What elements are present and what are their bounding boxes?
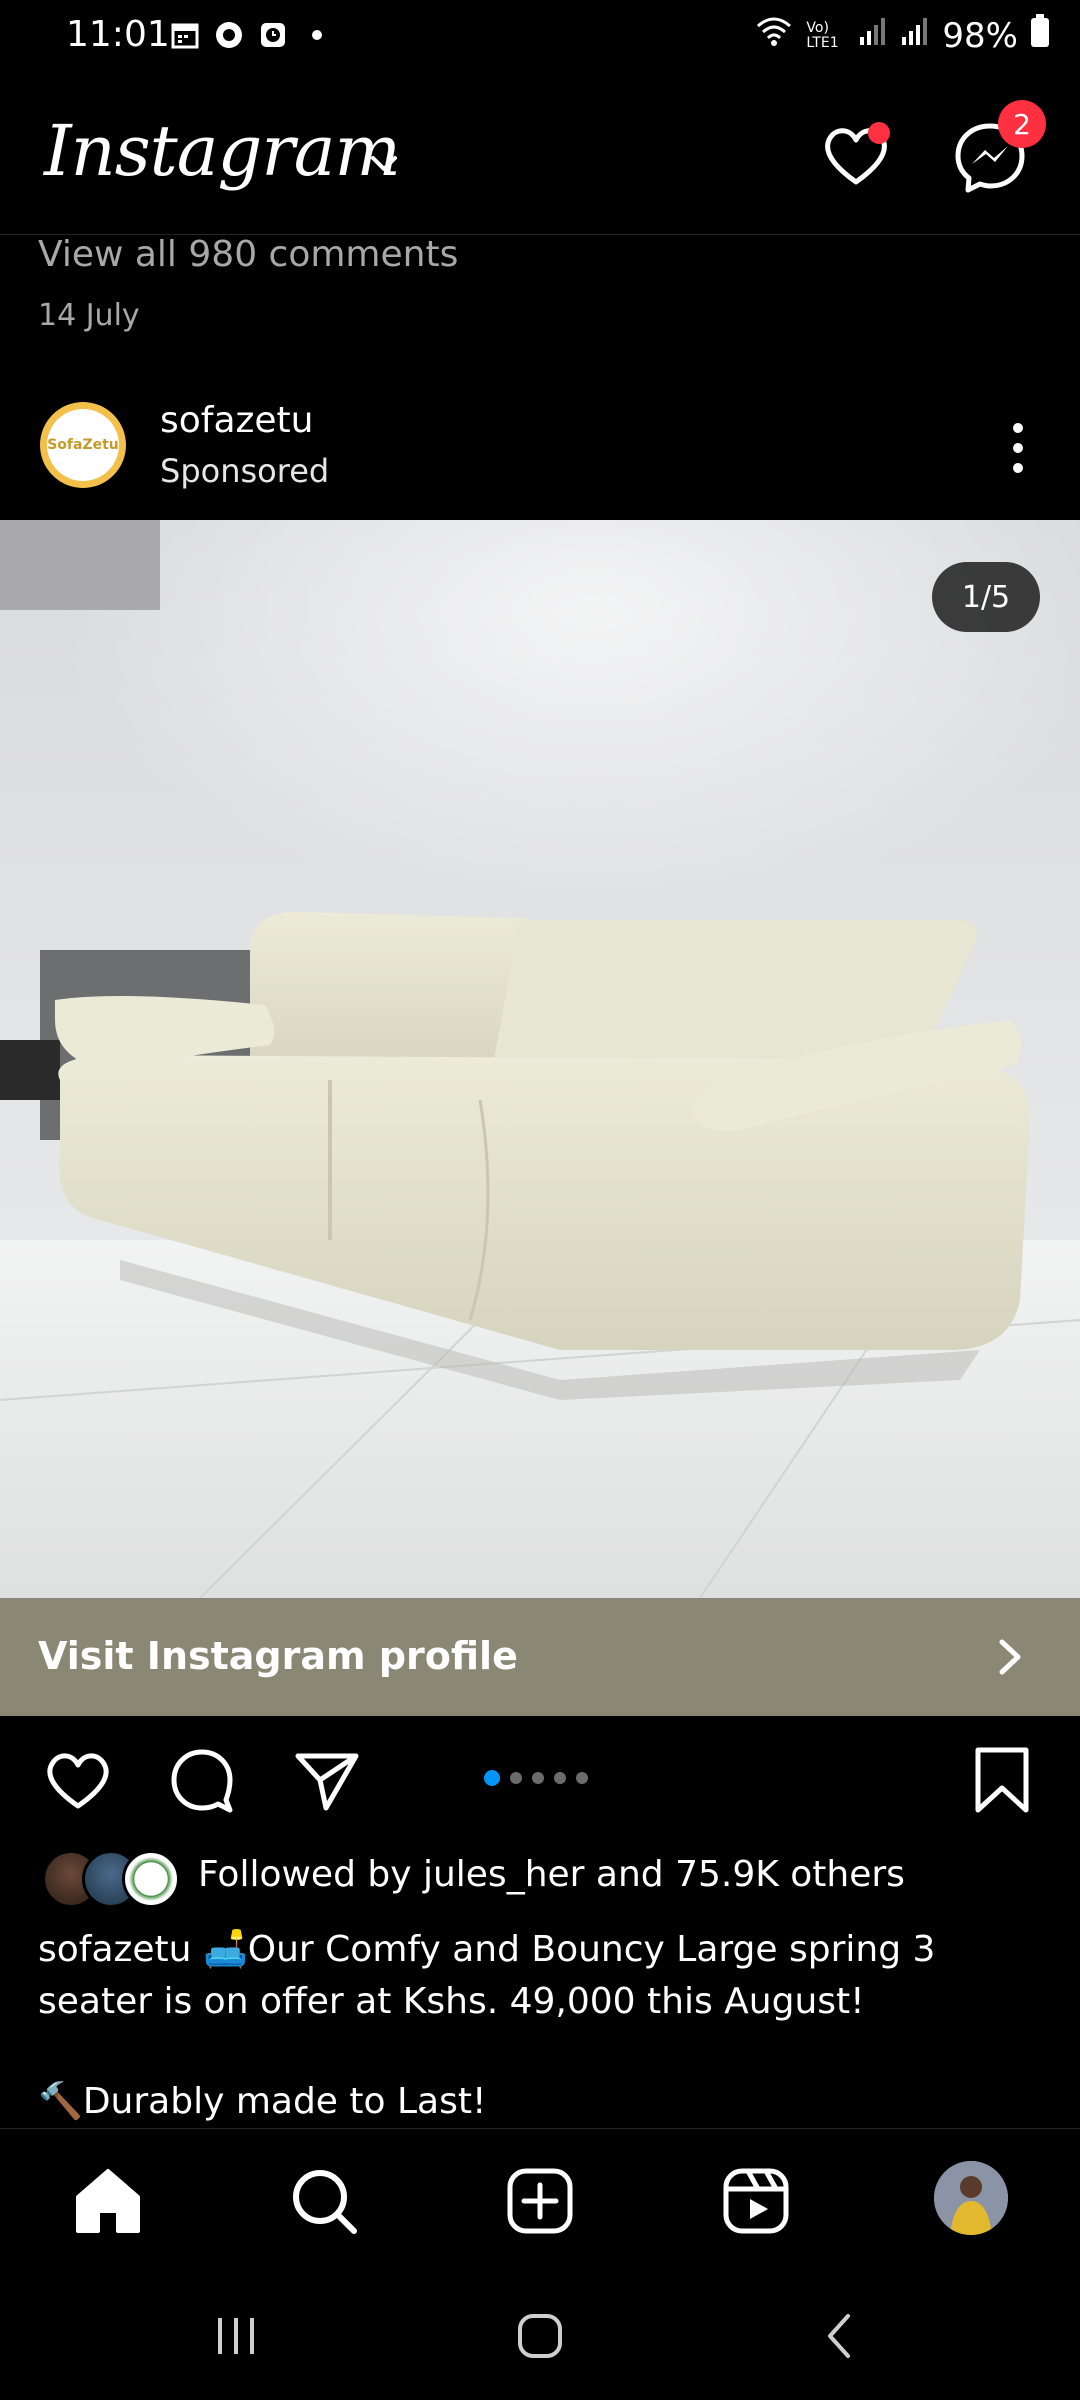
home-icon[interactable] <box>72 2165 144 2237</box>
profile-avatar[interactable] <box>934 2161 1008 2235</box>
post-date: 14 July <box>38 298 140 333</box>
post-username[interactable]: sofazetu <box>160 400 314 441</box>
visit-profile-label: Visit Instagram profile <box>38 1634 518 1678</box>
followed-by-text[interactable]: Followed by jules_her and 75.9K others <box>198 1854 905 1895</box>
image-counter: 1/5 <box>932 562 1040 632</box>
signal-1-icon <box>858 15 888 56</box>
battery-icon <box>1030 14 1050 57</box>
more-options-icon[interactable] <box>1000 420 1036 476</box>
share-icon[interactable] <box>290 1744 362 1816</box>
follower-avatar <box>122 1850 180 1908</box>
carousel-dot <box>532 1772 544 1784</box>
like-icon[interactable] <box>42 1744 114 1816</box>
chevron-right-icon <box>990 1634 1030 1680</box>
followers-avatars[interactable] <box>42 1850 182 1908</box>
carousel-dot <box>576 1772 588 1784</box>
more-notifications-dot-icon <box>302 20 332 50</box>
notification-dot <box>868 122 890 144</box>
status-notification-icons <box>170 20 332 50</box>
visit-profile-bar[interactable]: Visit Instagram profile <box>0 1598 1080 1716</box>
search-icon[interactable] <box>288 2165 360 2237</box>
status-time: 11:01 <box>66 14 170 55</box>
network-type-label: Vo) LTE1 <box>806 19 839 51</box>
app-notification-icon <box>214 20 244 50</box>
avatar-logo: SofaZetu <box>47 409 119 481</box>
back-icon[interactable] <box>810 2308 870 2364</box>
post-image-sofa[interactable] <box>0 520 1080 1598</box>
clock-app-icon <box>258 20 288 50</box>
calendar-icon <box>170 20 200 50</box>
view-comments-link[interactable]: View all 980 comments <box>38 234 458 275</box>
bookmark-icon[interactable] <box>966 1744 1038 1816</box>
messages-badge: 2 <box>998 100 1046 148</box>
status-bar: 11:01 Vo) LTE1 98% <box>0 0 1080 80</box>
chevron-down-icon[interactable] <box>366 146 402 182</box>
reels-icon[interactable] <box>720 2165 792 2237</box>
recent-apps-icon[interactable] <box>206 2308 266 2364</box>
signal-2-icon <box>900 15 930 56</box>
post-caption: sofazetu 🛋️Our Comfy and Bouncy Large sp… <box>38 1924 1048 2028</box>
wifi-icon <box>754 14 794 57</box>
carousel-indicator <box>484 1770 588 1786</box>
system-navigation-bar <box>0 2268 1080 2400</box>
status-right-group: Vo) LTE1 98% <box>754 14 1050 57</box>
carousel-dot <box>510 1772 522 1784</box>
carousel-dot <box>484 1770 500 1786</box>
battery-percent: 98% <box>942 15 1018 56</box>
create-icon[interactable] <box>504 2165 576 2237</box>
bottom-nav <box>0 2128 1080 2269</box>
home-button-icon[interactable] <box>510 2308 570 2364</box>
post-avatar[interactable]: SofaZetu <box>40 402 126 488</box>
app-header: Instagram 2 <box>0 80 1080 235</box>
caption-line-2: 🔨Durably made to Last! <box>38 2081 487 2122</box>
carousel-dot <box>554 1772 566 1784</box>
sponsored-label: Sponsored <box>160 452 330 490</box>
instagram-logo[interactable]: Instagram <box>44 110 401 192</box>
caption-username[interactable]: sofazetu <box>38 1929 192 1970</box>
comment-icon[interactable] <box>166 1744 238 1816</box>
